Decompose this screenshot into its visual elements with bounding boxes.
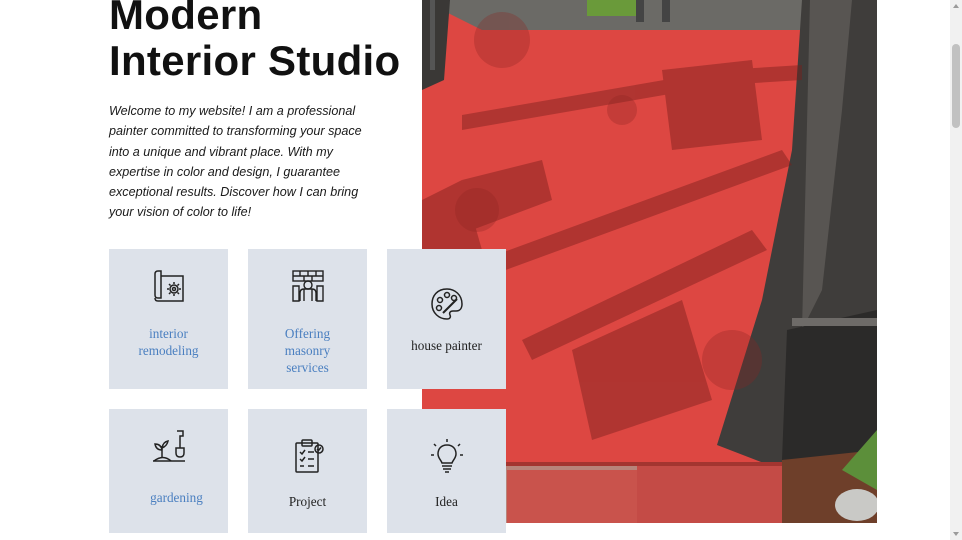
blueprint-gear-icon	[150, 267, 188, 305]
service-card-house-painter[interactable]: house painter	[387, 249, 506, 389]
scroll-down-arrow-icon[interactable]	[953, 532, 959, 536]
service-card-masonry[interactable]: Offering masonry services	[248, 249, 367, 389]
page-title: Modern Interior Studio	[109, 0, 401, 84]
service-link-masonry[interactable]: Offering masonry services	[268, 325, 348, 376]
scroll-up-arrow-icon[interactable]	[953, 4, 959, 8]
service-card-gardening[interactable]: gardening	[109, 409, 228, 533]
service-card-project[interactable]: Project	[248, 409, 367, 533]
vertical-scrollbar[interactable]	[950, 0, 962, 540]
scrollbar-thumb[interactable]	[952, 44, 960, 128]
service-card-idea[interactable]: Idea	[387, 409, 506, 533]
shovel-plant-icon	[150, 427, 188, 465]
service-link-gardening[interactable]: gardening	[147, 489, 207, 506]
service-label-project: Project	[288, 494, 327, 509]
title-line-1: Modern	[109, 0, 263, 38]
bricklayer-worker-icon	[289, 267, 327, 305]
service-label-house-painter: house painter	[411, 338, 482, 353]
intro-paragraph: Welcome to my website! I am a profession…	[109, 104, 362, 220]
lightbulb-icon	[428, 437, 466, 475]
page: Modern Interior Studio Welcome to my web…	[0, 0, 950, 540]
service-label-idea: Idea	[435, 494, 458, 509]
service-link-interior-remodeling[interactable]: interior remodeling	[129, 325, 209, 359]
service-card-interior-remodeling[interactable]: interior remodeling	[109, 249, 228, 389]
title-line-2: Interior Studio	[109, 37, 401, 84]
clipboard-checklist-icon	[289, 437, 327, 475]
paint-palette-icon	[428, 285, 466, 323]
